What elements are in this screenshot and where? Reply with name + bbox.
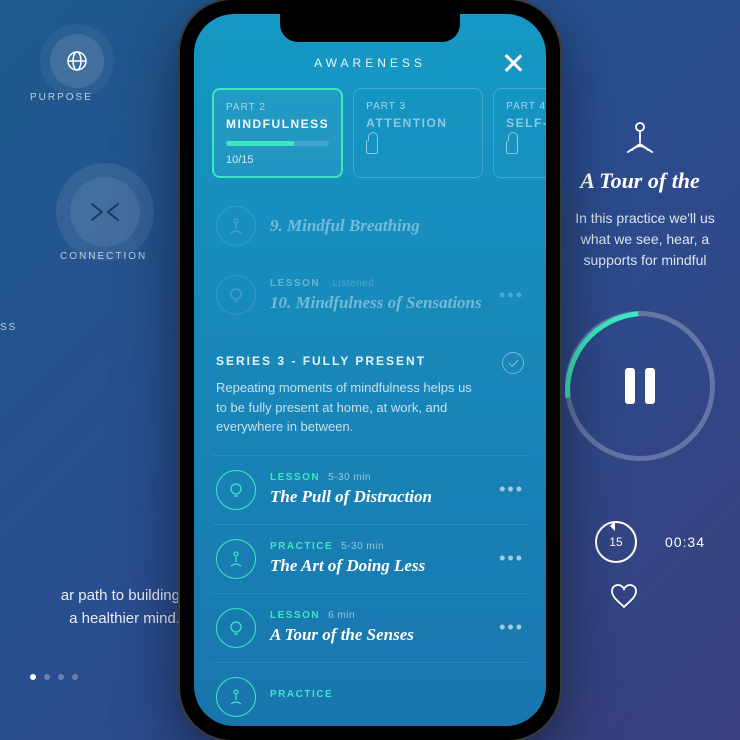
lock-icon [366, 140, 378, 154]
lesson-title: A Tour of the Senses [270, 625, 485, 645]
lesson-body: LESSON Listened 10. Mindfulness of Sensa… [270, 278, 485, 313]
practice-description: In this practice we'll us what we see, h… [540, 208, 740, 271]
lesson-row[interactable]: LESSON6 min A Tour of the Senses ••• [212, 594, 528, 663]
purpose-label: PURPOSE [30, 92, 190, 103]
lesson-row[interactable]: PRACTICE [212, 663, 528, 727]
lesson-body: LESSON6 min A Tour of the Senses [270, 610, 485, 645]
tab-name-label: MINDFULNESS [226, 117, 329, 131]
purpose-node[interactable] [50, 34, 104, 88]
tab-progress-bar [226, 141, 329, 146]
rewind-15-button[interactable]: 15 [595, 521, 637, 563]
page-dot[interactable] [72, 674, 78, 680]
header-title: AWARENESS [314, 56, 426, 70]
tab-attention[interactable]: PART 3 ATTENTION [353, 88, 483, 178]
series-description: Repeating moments of mindfulness helps u… [216, 378, 524, 437]
lesson-meta: LESSON Listened [270, 278, 485, 289]
page-dot[interactable] [44, 674, 50, 680]
more-button[interactable]: ••• [499, 285, 524, 306]
lesson-list[interactable]: 9. Mindful Breathing LESSON Listened 10.… [194, 192, 546, 726]
pause-icon [625, 368, 655, 404]
lesson-title: The Pull of Distraction [270, 487, 485, 507]
series-header: SERIES 3 - FULLY PRESENT Repeating momen… [212, 330, 528, 456]
tab-part-label: PART 4 [506, 101, 546, 112]
connection-label: CONNECTION [60, 251, 190, 262]
page-dot[interactable] [58, 674, 64, 680]
tab-self-awareness[interactable]: PART 4 SELF-AW [493, 88, 546, 178]
phone-screen: AWARENESS PART 2 MINDFULNESS 10/15 PART … [194, 14, 546, 726]
elapsed-time: 00:34 [665, 534, 705, 550]
converge-icon [90, 202, 120, 222]
lesson-meta: PRACTICE [270, 689, 524, 700]
ss-label: SS [0, 322, 190, 333]
phone-notch [280, 14, 460, 42]
series-complete-icon [502, 352, 524, 374]
lesson-body: PRACTICE [270, 689, 524, 704]
lesson-title: The Art of Doing Less [270, 556, 485, 576]
yoga-icon [216, 677, 256, 717]
series-title: SERIES 3 - FULLY PRESENT [216, 354, 524, 368]
lesson-body: 9. Mindful Breathing [270, 216, 524, 236]
lesson-meta: LESSON5-30 min [270, 472, 485, 483]
phone-frame: AWARENESS PART 2 MINDFULNESS 10/15 PART … [180, 0, 560, 740]
tab-name-label: ATTENTION [366, 116, 470, 130]
favorite-button[interactable] [610, 583, 638, 611]
right-player-panel: A Tour of the In this practice we'll us … [540, 0, 740, 740]
play-progress-ring[interactable] [565, 311, 715, 461]
lesson-row[interactable]: PRACTICE5-30 min The Art of Doing Less •… [212, 525, 528, 594]
rewind-seconds: 15 [609, 535, 622, 549]
lesson-body: LESSON5-30 min The Pull of Distraction [270, 472, 485, 507]
tab-part-label: PART 2 [226, 102, 329, 113]
yoga-icon [216, 206, 256, 246]
tab-name-label: SELF-AW [506, 116, 546, 130]
part-tabs: PART 2 MINDFULNESS 10/15 PART 3 ATTENTIO… [194, 70, 546, 192]
lesson-meta: LESSON6 min [270, 610, 485, 621]
meditation-icon [620, 120, 660, 156]
lesson-row[interactable]: LESSON Listened 10. Mindfulness of Sensa… [212, 261, 528, 330]
more-button[interactable]: ••• [499, 548, 524, 569]
lesson-body: PRACTICE5-30 min The Art of Doing Less [270, 541, 485, 576]
lesson-row[interactable]: 9. Mindful Breathing [212, 192, 528, 261]
connection-node[interactable] [70, 177, 140, 247]
lesson-title: 9. Mindful Breathing [270, 216, 524, 236]
lock-icon [506, 140, 518, 154]
bulb-icon [216, 275, 256, 315]
left-tagline: ar path to building a healthier mind. [0, 585, 180, 630]
yoga-icon [216, 539, 256, 579]
globe-icon [65, 49, 89, 73]
tab-progress-count: 10/15 [226, 154, 329, 166]
bulb-icon [216, 608, 256, 648]
close-button[interactable] [502, 52, 524, 74]
lesson-meta: PRACTICE5-30 min [270, 541, 485, 552]
tab-part-label: PART 3 [366, 101, 470, 112]
lesson-title: 10. Mindfulness of Sensations [270, 293, 485, 313]
more-button[interactable]: ••• [499, 617, 524, 638]
bulb-icon [216, 470, 256, 510]
page-dot[interactable] [30, 674, 36, 680]
lesson-row[interactable]: LESSON5-30 min The Pull of Distraction •… [212, 456, 528, 525]
tab-mindfulness[interactable]: PART 2 MINDFULNESS 10/15 [212, 88, 343, 178]
page-indicator[interactable] [30, 674, 78, 680]
left-background-panel: PURPOSE CONNECTION SS ar path to buildin… [0, 0, 200, 740]
practice-title: A Tour of the [540, 168, 740, 194]
more-button[interactable]: ••• [499, 479, 524, 500]
